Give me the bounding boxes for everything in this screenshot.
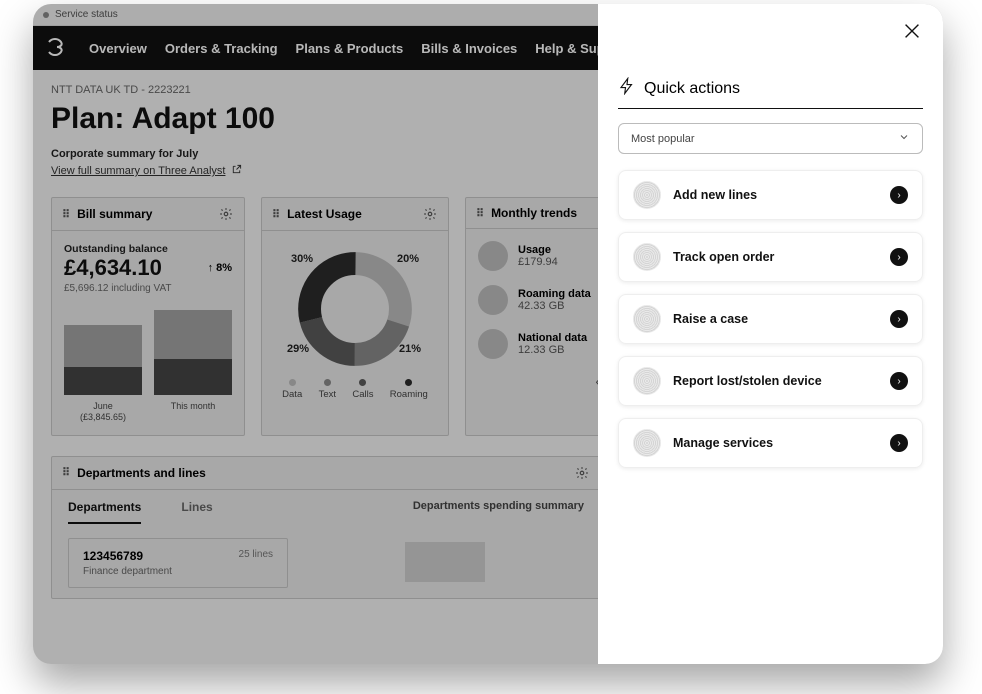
- bar-june: [64, 325, 142, 395]
- bar-label-this-month: This month: [154, 401, 232, 423]
- brand-logo-icon[interactable]: [43, 34, 71, 62]
- nav-overview[interactable]: Overview: [89, 41, 147, 56]
- bar-this-month: [154, 310, 232, 395]
- quick-actions-list: Add new lines › Track open order › Raise…: [618, 170, 923, 468]
- qa-item-icon: [633, 367, 661, 395]
- trend-circle-icon: [478, 329, 508, 359]
- qa-item-icon: [633, 181, 661, 209]
- chevron-right-icon: ›: [890, 186, 908, 204]
- slice-pct-2: 21%: [399, 343, 421, 355]
- chevron-right-icon: ›: [890, 372, 908, 390]
- gear-icon[interactable]: [422, 206, 438, 222]
- panel-heading: Quick actions: [618, 77, 923, 109]
- nav-orders-tracking[interactable]: Orders & Tracking: [165, 41, 278, 56]
- qa-item-icon: [633, 429, 661, 457]
- slice-pct-3: 29%: [287, 343, 309, 355]
- tab-lines[interactable]: Lines: [181, 500, 212, 524]
- drag-handle-icon[interactable]: ⠿: [62, 208, 71, 221]
- depts-summary-title: Departments spending summary: [413, 500, 584, 524]
- status-label[interactable]: Service status: [55, 9, 118, 20]
- dept-id: 123456789: [83, 549, 172, 563]
- app-frame: Service status Overview Orders & Trackin…: [33, 4, 943, 664]
- qa-manage-services[interactable]: Manage services ›: [618, 418, 923, 468]
- arrow-up-icon: ↑: [208, 262, 214, 274]
- trends-card-title: Monthly trends: [491, 206, 577, 220]
- lightning-icon: [618, 77, 636, 100]
- departments-card: ⠿ Departments and lines Departments Line…: [51, 456, 601, 599]
- bar-label-june: June(£3,845.65): [64, 401, 142, 423]
- trend-pct: 8%: [216, 262, 232, 274]
- chevron-right-icon: ›: [890, 248, 908, 266]
- depts-card-title: Departments and lines: [77, 466, 206, 480]
- chevron-down-icon: [898, 131, 910, 146]
- trend-circle-icon: [478, 285, 508, 315]
- balance-trend: ↑ 8%: [208, 262, 232, 274]
- dept-line-count: 25 lines: [239, 549, 273, 560]
- usage-legend: Data Text Calls Roaming: [274, 379, 436, 400]
- qa-raise-a-case[interactable]: Raise a case ›: [618, 294, 923, 344]
- qa-item-icon: [633, 305, 661, 333]
- summary-link[interactable]: View full summary on Three Analyst: [51, 164, 242, 178]
- tab-departments[interactable]: Departments: [68, 500, 141, 524]
- latest-usage-card: ⠿ Latest Usage: [261, 197, 449, 436]
- external-link-icon: [231, 164, 242, 178]
- dropdown-value: Most popular: [631, 133, 695, 145]
- quick-actions-panel: Quick actions Most popular Add new lines…: [598, 4, 943, 664]
- drag-handle-icon[interactable]: ⠿: [62, 466, 71, 479]
- slice-pct-1: 20%: [397, 253, 419, 265]
- chevron-right-icon: ›: [890, 310, 908, 328]
- balance-amount: £4,634.10: [64, 255, 162, 281]
- close-button[interactable]: [618, 20, 923, 47]
- balance-label: Outstanding balance: [64, 243, 232, 255]
- panel-title: Quick actions: [644, 80, 740, 98]
- balance-sub: £5,696.12 including VAT: [64, 283, 232, 294]
- nav-bills-invoices[interactable]: Bills & Invoices: [421, 41, 517, 56]
- sort-dropdown[interactable]: Most popular: [618, 123, 923, 154]
- gear-icon[interactable]: [218, 206, 234, 222]
- qa-track-open-order[interactable]: Track open order ›: [618, 232, 923, 282]
- drag-handle-icon[interactable]: ⠿: [476, 207, 485, 220]
- usage-card-title: Latest Usage: [287, 207, 362, 221]
- close-icon: [901, 29, 923, 46]
- bill-bar-chart: [64, 310, 232, 395]
- spending-chart-placeholder: [405, 542, 485, 582]
- nav-plans-products[interactable]: Plans & Products: [296, 41, 404, 56]
- summary-link-text: View full summary on Three Analyst: [51, 165, 225, 177]
- bill-card-title: Bill summary: [77, 207, 152, 221]
- department-item[interactable]: 123456789 Finance department 25 lines: [68, 538, 288, 588]
- drag-handle-icon[interactable]: ⠿: [272, 208, 281, 221]
- usage-donut-chart: 30% 20% 21% 29%: [295, 249, 415, 369]
- dept-name: Finance department: [83, 566, 172, 577]
- qa-report-lost-stolen[interactable]: Report lost/stolen device ›: [618, 356, 923, 406]
- qa-add-new-lines[interactable]: Add new lines ›: [618, 170, 923, 220]
- chevron-right-icon: ›: [890, 434, 908, 452]
- bill-summary-card: ⠿ Bill summary Outstanding balance £4,63…: [51, 197, 245, 436]
- trend-circle-icon: [478, 241, 508, 271]
- status-dot-icon: [43, 12, 49, 18]
- qa-item-icon: [633, 243, 661, 271]
- gear-icon[interactable]: [574, 465, 590, 481]
- depts-tabs: Departments Lines Departments spending s…: [52, 490, 600, 524]
- slice-pct-0: 30%: [291, 253, 313, 265]
